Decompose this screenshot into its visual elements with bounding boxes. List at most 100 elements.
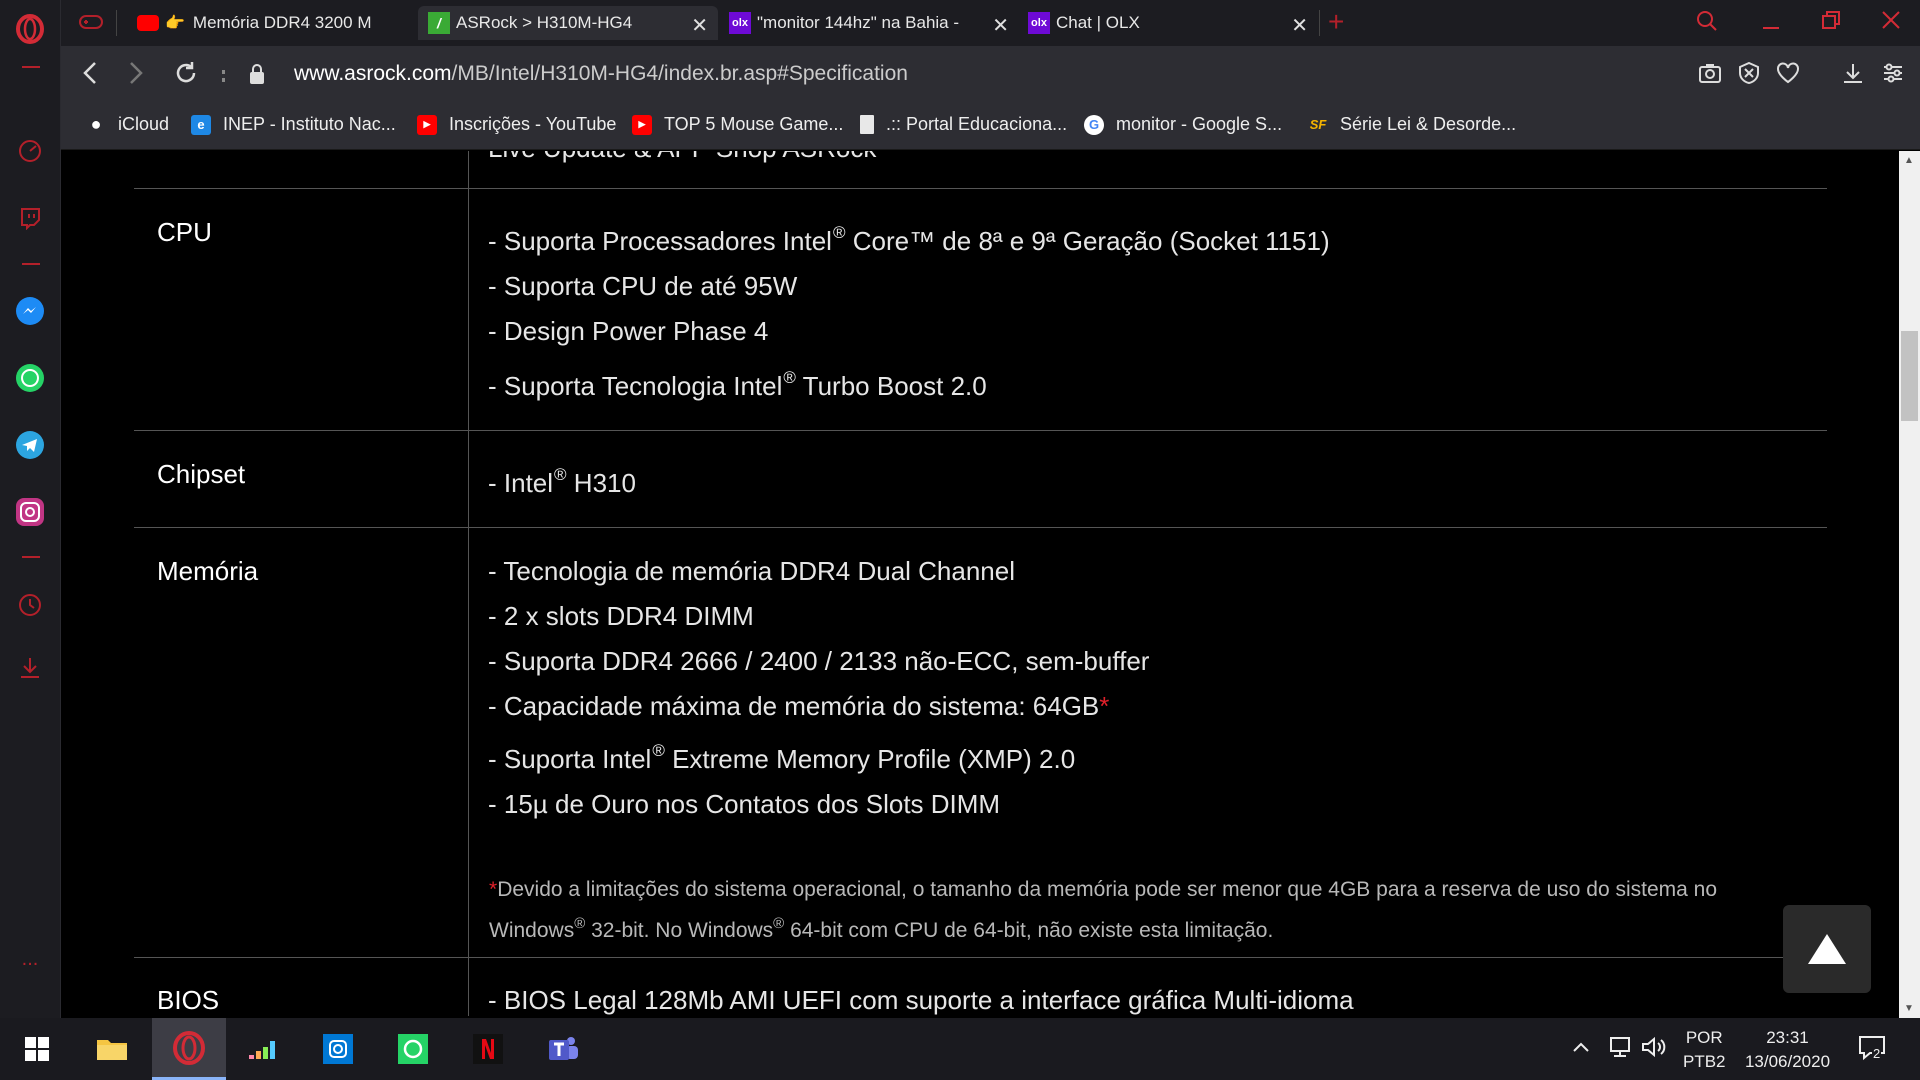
bookmark-label: Série Lei & Desorde... (1340, 114, 1517, 134)
sidebar-separator (22, 263, 40, 265)
google-icon: G (1084, 114, 1104, 135)
notification-count: 2 (1872, 1046, 1882, 1061)
windows-taskbar: POR PTB2 23:31 13/06/2020 2 (0, 1018, 1920, 1080)
ad-blocker-icon[interactable] (1738, 61, 1760, 90)
back-to-top-button[interactable] (1783, 905, 1871, 993)
search-tabs-icon[interactable] (1696, 10, 1718, 38)
page-icon (860, 115, 874, 134)
windows-start-icon[interactable] (0, 1018, 74, 1080)
spec-memoria-line: - 2 x slots DDR4 DIMM (488, 601, 754, 631)
bookmark-label: iCloud (118, 114, 170, 134)
opera-sidebar: ... (0, 0, 61, 1018)
file-explorer-icon[interactable] (75, 1018, 149, 1080)
restore-icon[interactable] (1821, 10, 1841, 36)
row-divider (134, 188, 1827, 189)
bookmark-label: INEP - Instituto Nac... (223, 114, 396, 134)
row-divider (134, 430, 1827, 431)
address-bar: www.asrock.com/MB/Intel/H310M-HG4/index.… (61, 46, 1920, 104)
spec-chipset-line: - Intel® H310 (488, 465, 636, 498)
whatsapp-icon[interactable] (14, 362, 46, 394)
spec-cpu-line: - Design Power Phase 4 (488, 316, 769, 346)
spec-memoria-line: - Capacidade máxima de memória do sistem… (488, 691, 1110, 721)
instagram-icon[interactable] (14, 496, 46, 528)
tab-divider (116, 10, 117, 36)
netflix-icon[interactable] (451, 1018, 525, 1080)
bookmark-icloud[interactable]: ● iCloud (86, 114, 169, 135)
bookmark-inscricoes-youtube[interactable]: ▶ Inscrições - YouTube (417, 114, 616, 135)
speed-dial-grid-icon[interactable] (222, 70, 225, 82)
clock-date: 13/06/2020 (1744, 1052, 1831, 1071)
olx-icon: olx (1028, 12, 1050, 34)
telegram-icon[interactable] (14, 429, 46, 461)
downloads-icon[interactable] (14, 652, 46, 684)
close-tab-icon[interactable]: ✕ (992, 13, 1009, 38)
spec-label-memoria: Memória (157, 556, 259, 586)
tab-bar: 👉 Memória DDR4 3200 M ✕ / ASRock > H310M… (61, 0, 1920, 46)
spec-memoria-line: - Suporta Intel® Extreme Memory Profile … (488, 741, 1076, 774)
snapshot-icon[interactable] (1698, 62, 1722, 90)
ie-icon: e (191, 114, 211, 135)
page-scrollbar[interactable]: ▲ ▼ (1899, 151, 1920, 1018)
close-tab-icon[interactable]: ✕ (1291, 13, 1308, 38)
bookmark-label: Inscrições - YouTube (449, 114, 617, 134)
more-icon[interactable]: ... (14, 943, 46, 975)
network-icon[interactable] (1606, 1036, 1632, 1063)
gamepad-icon[interactable] (78, 12, 104, 37)
action-center-icon[interactable]: 2 (1858, 1034, 1888, 1067)
scrollbar-thumb[interactable] (1901, 331, 1918, 421)
apple-icon: ● (90, 114, 102, 134)
cut-off-row-text: Live Update & APP Shop ASRock (488, 151, 876, 164)
keyboard-layout: PTB2 (1683, 1052, 1726, 1071)
spec-label-chipset: Chipset (157, 459, 246, 489)
language-code: POR (1685, 1028, 1723, 1047)
youtube-icon: ▶ (417, 114, 437, 135)
speed-dial-icon[interactable] (14, 135, 46, 167)
tab-title: Memória DDR4 3200 M (192, 13, 372, 32)
back-button[interactable] (81, 60, 99, 93)
column-divider (468, 151, 469, 1016)
bookmark-label: monitor - Google S... (1116, 114, 1283, 134)
spec-memoria-line: - Suporta DDR4 2666 / 2400 / 2133 não-EC… (488, 646, 1150, 676)
input-language[interactable]: POR PTB2 (1683, 1026, 1726, 1074)
lock-icon[interactable] (249, 63, 265, 90)
tab-monitor-144hz[interactable]: olx "monitor 144hz" na Bahia - ✕ (719, 6, 1019, 40)
opera-taskbar-icon[interactable] (152, 1018, 226, 1080)
url-field[interactable]: www.asrock.com/MB/Intel/H310M-HG4/index.… (294, 62, 908, 86)
twitch-icon[interactable] (14, 202, 46, 234)
bookmark-monitor-google[interactable]: G monitor - Google S... (1084, 114, 1282, 135)
close-window-icon[interactable] (1881, 10, 1901, 36)
tab-title: "monitor 144hz" na Bahia - (757, 13, 960, 32)
forward-button[interactable] (127, 60, 145, 93)
spec-cpu-line: - Suporta CPU de até 95W (488, 271, 798, 301)
easy-setup-icon[interactable] (1882, 62, 1904, 90)
opera-logo-icon[interactable] (14, 13, 46, 45)
show-hidden-icons[interactable] (1572, 1038, 1590, 1058)
bookmark-inep[interactable]: e INEP - Instituto Nac... (191, 114, 396, 135)
downloads-icon[interactable] (1842, 62, 1864, 90)
tab-asrock[interactable]: / ASRock > H310M-HG4 ✕ (418, 6, 718, 40)
bookmark-top5-mouse[interactable]: ▶ TOP 5 Mouse Game... (632, 114, 843, 135)
sidebar-separator (22, 66, 40, 68)
spec-cpu-line: - Suporta Processadores Intel® Core™ de … (488, 223, 1330, 256)
bookmark-serie-lei[interactable]: SF Série Lei & Desorde... (1308, 114, 1516, 135)
deezer-icon[interactable] (226, 1018, 300, 1080)
history-icon[interactable] (14, 589, 46, 621)
instagram-icon[interactable] (301, 1018, 375, 1080)
spec-memoria-line: - 15µ de Ouro nos Contatos dos Slots DIM… (488, 789, 1001, 819)
bookmark-heart-icon[interactable] (1776, 62, 1800, 90)
scroll-up-arrow-icon[interactable]: ▲ (1904, 155, 1914, 166)
teams-icon[interactable] (526, 1018, 600, 1080)
messenger-icon[interactable] (14, 295, 46, 327)
bookmark-portal-educacional[interactable]: .:: Portal Educaciona... (860, 114, 1067, 135)
close-tab-icon[interactable]: ✕ (691, 13, 708, 38)
sidebar-separator (22, 556, 40, 558)
volume-icon[interactable] (1641, 1036, 1667, 1063)
tab-chat-olx[interactable]: olx Chat | OLX ✕ (1018, 6, 1318, 40)
clock[interactable]: 23:31 13/06/2020 (1740, 1026, 1835, 1074)
whatsapp-icon[interactable] (376, 1018, 450, 1080)
spec-bios-line: - BIOS Legal 128Mb AMI UEFI com suporte … (488, 985, 1354, 1015)
new-tab-button[interactable]: + (1328, 6, 1344, 38)
minimize-icon[interactable] (1761, 10, 1781, 38)
scroll-down-arrow-icon[interactable]: ▼ (1904, 1003, 1914, 1014)
reload-button[interactable] (174, 60, 198, 93)
